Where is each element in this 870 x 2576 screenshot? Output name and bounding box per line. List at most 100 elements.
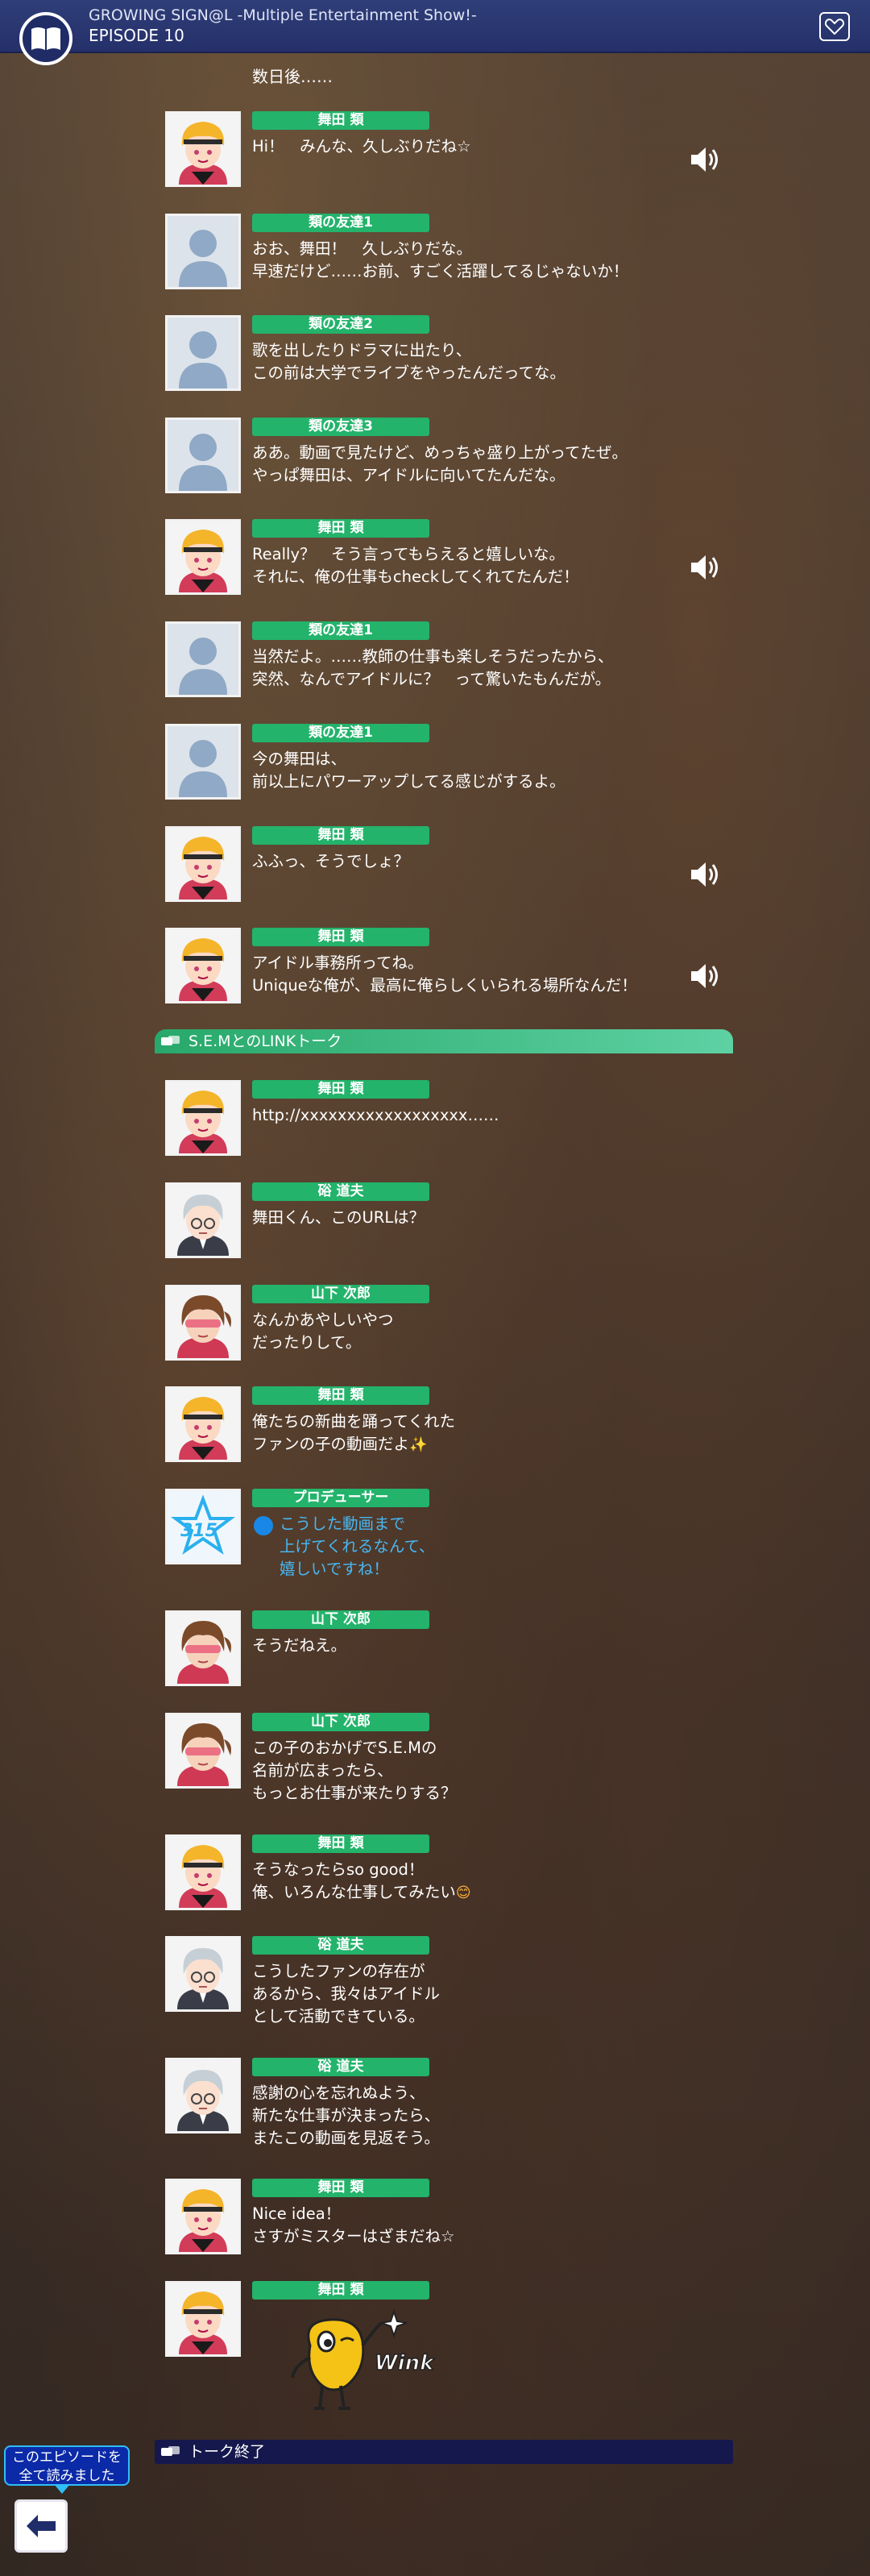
chat-link-icon <box>161 2446 180 2456</box>
speaker-name: 類の友達1 <box>252 724 429 742</box>
message-row: 類の友達1 当然だよ。……教師の仕事も楽しそうだったから、 突然、なんでアイドル… <box>165 621 777 699</box>
talk-message-row: 舞田 類 Wink <box>165 2281 777 2418</box>
talk-message-row: 山下 次郎 なんかあやしいやつ だったりして。 <box>165 1285 777 1362</box>
avatar <box>165 1936 241 2012</box>
header-bar: GROWING SIGN@L -Multiple Entertainment S… <box>0 0 870 53</box>
avatar <box>165 1080 241 1156</box>
talk-message-row: 硲 道夫 舞田くん、このURLは？ <box>165 1182 777 1260</box>
talk-end-bar: トーク終了 <box>155 2440 733 2464</box>
avatar <box>165 724 241 800</box>
message-text: この子のおかげでS.E.Mの 名前が広まったら、 もっとお仕事が来たりする？ <box>252 1739 457 1802</box>
avatar <box>165 1182 241 1258</box>
talk-message-row: 舞田 類 俺たちの新曲を踊ってくれた ファンの子の動画だよ✨ <box>165 1386 777 1464</box>
message-text: 舞田くん、このURLは？ <box>252 1208 425 1227</box>
speaker-name: 山下 次郎 <box>252 1713 429 1731</box>
talk-message-row: 舞田 類 Nice idea！ さすがミスターはざまだね☆ <box>165 2179 777 2256</box>
message-row: 舞田 類 Really？ そう言ってもらえると嬉しいな。 それに、俺の仕事もch… <box>165 519 777 596</box>
message-row: 類の友達3 ああ。動画で見たけど、めっちゃ盛り上がってたぜ。 やっぱ舞田は、アイ… <box>165 418 777 495</box>
talk-message-row: 舞田 類 http://xxxxxxxxxxxxxxxxxx…… <box>165 1080 777 1157</box>
message-text: そうだねえ。 <box>252 1636 347 1655</box>
avatar <box>165 2179 241 2254</box>
voice-play-button[interactable] <box>688 143 723 176</box>
message-text: 今の舞田は、 前以上にパワーアップしてる感じがするよ。 <box>252 750 566 791</box>
message-text: こうしたファンの存在が あるから、我々はアイドル として活動できている。 <box>252 1962 441 2025</box>
speaker-name: 舞田 類 <box>252 519 429 538</box>
avatar <box>165 826 241 902</box>
story-book-button[interactable] <box>19 12 72 65</box>
speaker-name: 類の友達1 <box>252 621 429 640</box>
message-row: 舞田 類 アイドル事務所ってね。 Uniqueな俺が、最高に俺らしくいられる場所… <box>165 928 777 1005</box>
voice-play-button[interactable] <box>688 960 723 992</box>
avatar <box>165 2058 241 2134</box>
message-text: そうなったらso good！ 俺、いろんな仕事してみたい😊 <box>252 1859 768 1905</box>
message-text: 感謝の心を忘れぬよう、 新たな仕事が決まったら、 またこの動画を見返そう。 <box>252 2084 441 2147</box>
back-button[interactable] <box>14 2499 68 2553</box>
message-text: 当然だよ。……教師の仕事も楽しそうだったから、 突然、なんでアイドルに？ って驚… <box>252 647 614 688</box>
message-row: 舞田 類 Hi！ みんな、久しぶりだね☆ <box>165 111 777 189</box>
speaker-name: 類の友達1 <box>252 214 429 232</box>
speaker-icon <box>691 555 718 580</box>
message-row: 類の友達1 今の舞田は、 前以上にパワーアップしてる感じがするよ。 <box>165 724 777 801</box>
speaker-name: 山下 次郎 <box>252 1610 429 1629</box>
avatar <box>165 1834 241 1910</box>
speaker-name: 舞田 類 <box>252 2179 429 2197</box>
link-talk-title: S.E.MとのLINKトーク <box>188 1032 342 1050</box>
speaker-icon <box>691 964 718 988</box>
speaker-icon <box>691 147 718 172</box>
message-text: なんかあやしいやつ だったりして。 <box>252 1311 394 1352</box>
avatar <box>165 2281 241 2357</box>
message-row: 類の友達2 歌を出したりドラマに出たり、 この前は大学でライブをやったんだってな… <box>165 315 777 393</box>
message-text: Nice idea！ さすがミスターはざまだね☆ <box>252 2204 455 2246</box>
talk-message-row: 硲 道夫 感謝の心を忘れぬよう、 新たな仕事が決まったら、 またこの動画を見返そ… <box>165 2058 777 2147</box>
speaker-name: 類の友達2 <box>252 315 429 334</box>
speaker-name: 硲 道夫 <box>252 1182 429 1201</box>
avatar <box>165 315 241 391</box>
talk-message-row: 硲 道夫 こうしたファンの存在が あるから、我々はアイドル として活動できている… <box>165 1936 777 2025</box>
wink-sticker: Wink <box>286 2305 447 2421</box>
favorite-button[interactable] <box>819 12 850 41</box>
avatar <box>165 519 241 595</box>
voice-play-button[interactable] <box>688 858 723 891</box>
sparkle-emoji: ✨ <box>409 1436 428 1453</box>
speaker-name: 山下 次郎 <box>252 1285 429 1303</box>
avatar <box>165 111 241 187</box>
svg-text:315: 315 <box>180 1521 218 1541</box>
narration-text: 数日後…… <box>252 67 333 86</box>
message-text: ああ。動画で見たけど、めっちゃ盛り上がってたぜ。 やっぱ舞田は、アイドルに向いて… <box>252 443 628 484</box>
avatar <box>165 418 241 493</box>
message-row: 舞田 類 ふふっ、そうでしょ？ <box>165 826 777 904</box>
message-text: 歌を出したりドラマに出たり、 この前は大学でライブをやったんだってな。 <box>252 341 566 382</box>
speaker-name: プロデューサー <box>252 1489 429 1507</box>
avatar: 315 <box>165 1489 241 1564</box>
avatar <box>165 1386 241 1462</box>
talk-message-row: 315 プロデューサー こうした動画まで 上げてくれるなんて、 嬉しいですね！ <box>165 1489 777 1585</box>
speaker-name: 舞田 類 <box>252 826 429 845</box>
speaker-name: 舞田 類 <box>252 928 429 946</box>
speaker-name: 硲 道夫 <box>252 1936 429 1955</box>
speaker-icon <box>691 862 718 887</box>
message-text: 俺たちの新曲を踊ってくれた ファンの子の動画だよ✨ <box>252 1411 768 1456</box>
voice-play-button[interactable] <box>688 551 723 584</box>
talk-message-row: 舞田 類 そうなったらso good！ 俺、いろんな仕事してみたい😊 <box>165 1834 777 1912</box>
speaker-name: 舞田 類 <box>252 1386 429 1405</box>
episode-series-title: GROWING SIGN@L -Multiple Entertainment S… <box>89 6 477 24</box>
sticker-text: Wink <box>375 2351 435 2375</box>
chat-link-icon <box>161 1036 180 1045</box>
link-talk-header: S.E.MとのLINKトーク <box>155 1029 733 1053</box>
avatar <box>165 621 241 697</box>
episode-finished-tooltip: このエピソードを 全て読みました <box>4 2445 130 2494</box>
avatar <box>165 928 241 1003</box>
speaker-name: 舞田 類 <box>252 2281 429 2300</box>
message-body: そうなったらso good！ 俺、いろんな仕事してみたい <box>252 1860 456 1901</box>
speaker-name: 舞田 類 <box>252 1080 429 1099</box>
avatar <box>165 1285 241 1361</box>
speaker-name: 舞田 類 <box>252 111 429 130</box>
avatar <box>165 1610 241 1686</box>
smile-emoji: 😊 <box>455 1884 471 1901</box>
avatar <box>165 214 241 289</box>
message-row: 類の友達1 おお、舞田！ 久しぶりだな。 早速だけど……お前、すごく活躍してるじ… <box>165 214 777 291</box>
message-text: おお、舞田！ 久しぶりだな。 早速だけど……お前、すごく活躍してるじゃないか！ <box>252 239 629 280</box>
book-icon <box>31 27 60 50</box>
talk-message-row: 山下 次郎 この子のおかげでS.E.Mの 名前が広まったら、 もっとお仕事が来た… <box>165 1713 777 1802</box>
speaker-name: 舞田 類 <box>252 1834 429 1853</box>
